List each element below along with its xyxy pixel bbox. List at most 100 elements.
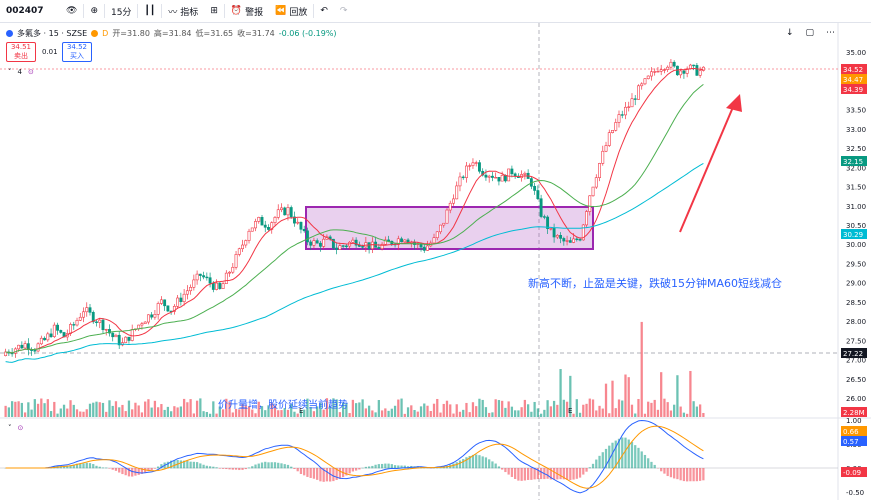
volume-annotation[interactable]: 价升量增，股价延续当前趋势 <box>218 396 348 411</box>
price-tag: 34.47 <box>841 74 867 84</box>
interval-button[interactable]: 15分 <box>105 0 137 23</box>
main-annotation[interactable]: 新高不断，止盈是关键，跌破15分钟MA60短线减仓 <box>528 275 782 291</box>
volume-bar <box>53 401 56 417</box>
price-tick-label: 30.00 <box>846 241 866 249</box>
volume-bar <box>523 399 527 417</box>
macd-histogram-bar <box>695 468 699 482</box>
candle-body <box>507 168 511 182</box>
candle-body <box>637 85 640 100</box>
arrow-down-icon[interactable]: ↓ <box>786 28 794 38</box>
volume-bar <box>30 409 33 417</box>
candle-body <box>471 162 475 166</box>
volume-bar <box>10 401 14 417</box>
macd-histogram-bar <box>111 468 114 470</box>
candle-body <box>513 173 517 177</box>
macd-histogram-bar <box>121 468 124 475</box>
price-tick-label: 31.00 <box>846 203 866 211</box>
chart-canvas[interactable]: 35.0034.5034.0033.5033.0032.5032.0031.50… <box>0 23 871 500</box>
candle-body <box>315 240 319 244</box>
candle-body <box>59 330 63 333</box>
volume-bar <box>62 404 66 417</box>
volume-bar <box>293 411 296 417</box>
symbol-search[interactable]: 002407 <box>0 0 60 23</box>
volume-bar <box>514 410 517 417</box>
volume-bar <box>572 413 575 417</box>
redo-icon[interactable]: ↷ <box>334 0 354 23</box>
legend-low: 低=31.65 <box>195 29 234 38</box>
macd-histogram-bar <box>114 468 118 471</box>
candle-body <box>422 246 426 251</box>
candle-body <box>39 337 43 345</box>
chevron-down-icon: ˅ <box>8 68 12 76</box>
macd-pane-toggle[interactable]: ˅ ⊙ <box>8 424 23 432</box>
volume-bar <box>478 398 481 417</box>
volume-bar <box>627 377 630 417</box>
volume-bar <box>173 406 176 417</box>
volume-bar <box>23 412 27 417</box>
maximize-icon[interactable]: ▢ <box>805 28 814 38</box>
more-icon[interactable]: ⋯ <box>826 28 835 38</box>
macd-histogram-bar <box>634 445 637 469</box>
candles-icon[interactable]: ┃┃ <box>138 0 161 23</box>
undo-icon[interactable]: ↶ <box>314 0 334 23</box>
price-tag-text: 30.29 <box>843 231 863 239</box>
candle-body <box>494 176 498 179</box>
macd-histogram-bar <box>124 468 127 476</box>
candle-body <box>20 344 24 349</box>
volume-bar <box>471 402 475 417</box>
candle-body <box>559 235 563 239</box>
alarm-clock-icon: ⏰ <box>230 6 243 16</box>
volume-bar <box>134 402 137 417</box>
candle-body <box>276 209 280 218</box>
macd-histogram-bar <box>627 439 630 469</box>
candle-body <box>23 343 27 349</box>
volume-bar <box>215 413 218 417</box>
indicators-button[interactable]: 〰指标 <box>162 0 204 23</box>
macd-tag: 0.66 <box>841 426 867 436</box>
macd-histogram-bar <box>225 468 228 470</box>
candle-body <box>656 70 660 73</box>
layout-icon[interactable]: ⊞ <box>204 0 224 23</box>
macd-histogram-bar <box>377 464 380 469</box>
volume-bar <box>254 413 257 417</box>
indicator-toggle[interactable]: ˅ 4 ⊙ <box>8 68 34 76</box>
legend-title: 多氟多 · 15 · SZSE <box>17 29 88 38</box>
candle-body <box>215 282 219 290</box>
macd-histogram-bar <box>228 468 231 470</box>
candle-body <box>344 245 348 247</box>
candle-body <box>78 316 82 321</box>
volume-bar <box>595 410 598 417</box>
volume-bar <box>397 399 400 417</box>
replay-button[interactable]: ⏪ 回放 <box>269 0 313 23</box>
sell-button[interactable]: 34.51 卖出 <box>6 42 36 62</box>
volume-bar <box>416 411 419 417</box>
indicator-settings-icon: ⊙ <box>27 68 34 76</box>
candle-body <box>69 324 72 334</box>
macd-histogram-bar <box>264 461 267 469</box>
buy-button[interactable]: 34.52 买入 <box>62 42 92 62</box>
macd-histogram-bar <box>186 460 189 469</box>
candle-body <box>46 333 50 341</box>
candle-body <box>98 319 102 323</box>
trend-arrow-head <box>726 94 742 112</box>
volume-bar <box>108 400 111 417</box>
candle-body <box>510 168 514 175</box>
add-symbol-icon[interactable]: ⊕ <box>84 0 104 23</box>
price-tag-text: 32.15 <box>843 158 863 166</box>
macd-histogram-bar <box>591 463 595 469</box>
volume-bar <box>643 413 647 417</box>
status-dot-icon <box>91 30 99 37</box>
macd-histogram-bar <box>267 462 270 469</box>
volume-bar <box>556 404 559 417</box>
macd-histogram-bar <box>601 452 604 469</box>
macd-histogram-bar <box>380 463 384 469</box>
macd-histogram-bar <box>546 468 549 479</box>
macd-histogram-bar <box>514 468 517 480</box>
volume-bar <box>449 404 452 417</box>
alert-button[interactable]: ⏰ 警报 <box>225 0 269 23</box>
watch-icon[interactable]: 👁 <box>60 0 83 23</box>
candle-body <box>267 227 270 230</box>
candle-body <box>273 217 277 223</box>
macd-histogram-bar <box>309 468 312 478</box>
volume-bar <box>72 404 75 417</box>
